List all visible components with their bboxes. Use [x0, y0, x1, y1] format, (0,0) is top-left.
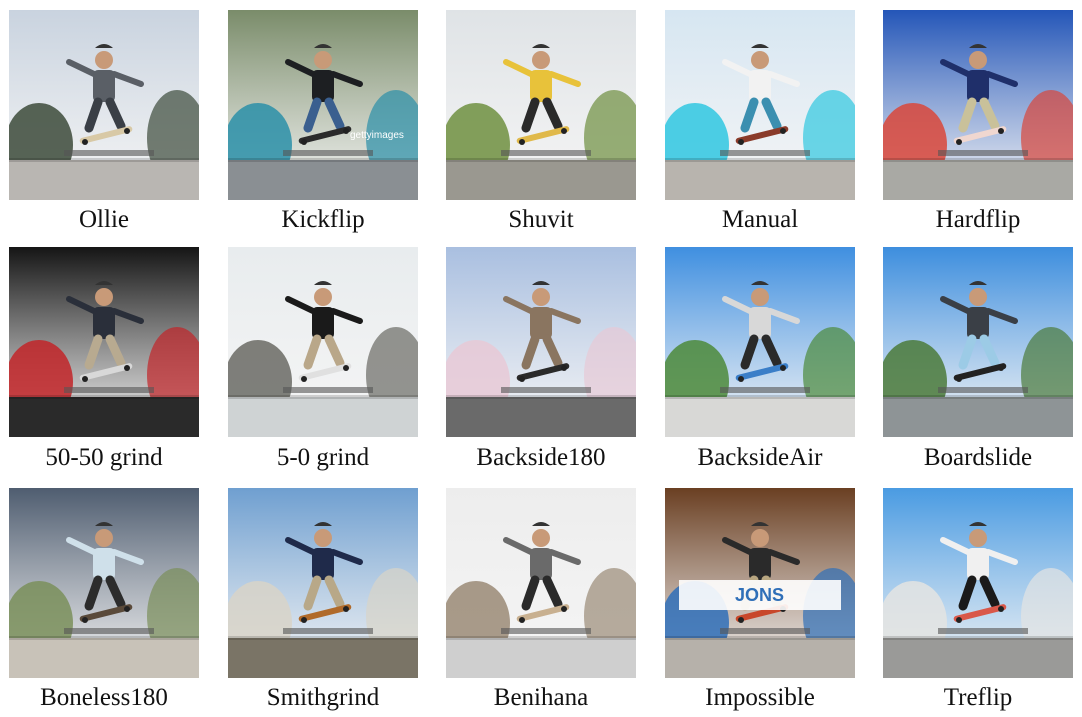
trick-label-backsideair: BacksideAir — [697, 444, 823, 471]
trick-label-impossible: Impossible — [705, 684, 815, 711]
trick-label-backside180: Backside180 — [476, 444, 606, 471]
photo-backsideair — [665, 247, 855, 437]
skater-photo — [883, 10, 1073, 200]
trick-label-5-0-grind: 5-0 grind — [276, 444, 370, 471]
photo-kickflip: gettyimages — [228, 10, 418, 200]
photo-shuvit — [446, 10, 636, 200]
trick-label-smithgrind: Smithgrind — [266, 684, 380, 711]
skater-photo — [228, 247, 418, 437]
photo-manual — [665, 10, 855, 200]
skater-photo — [446, 247, 636, 437]
skater-photo — [883, 247, 1073, 437]
watermark: gettyimages — [350, 130, 404, 141]
trick-label-benihana: Benihana — [493, 684, 589, 711]
trick-label-boneless180: Boneless180 — [40, 684, 168, 711]
trick-label-shuvit: Shuvit — [508, 206, 574, 233]
trick-label-hardflip: Hardflip — [935, 206, 1021, 233]
trick-image-grid: Ollie gettyimages Kickflip Shuvit Manual Hard… — [0, 0, 1082, 717]
photo-50-50-grind — [9, 247, 199, 437]
photo-boardslide — [883, 247, 1073, 437]
trick-label-kickflip: Kickflip — [281, 206, 365, 233]
photo-treflip — [883, 488, 1073, 678]
photo-ollie — [9, 10, 199, 200]
trick-label-manual: Manual — [721, 206, 799, 233]
trick-label-ollie: Ollie — [79, 206, 129, 233]
skater-photo — [9, 247, 199, 437]
trick-label-treflip: Treflip — [943, 684, 1013, 711]
skater-photo: gettyimages — [228, 10, 418, 200]
trick-label-50-50-grind: 50-50 grind — [45, 444, 163, 471]
skater-photo — [446, 488, 636, 678]
skater-photo — [665, 247, 855, 437]
photo-benihana — [446, 488, 636, 678]
photo-boneless180 — [9, 488, 199, 678]
trick-label-boardslide: Boardslide — [923, 444, 1033, 471]
skater-photo — [665, 10, 855, 200]
photo-hardflip — [883, 10, 1073, 200]
skater-photo — [9, 488, 199, 678]
skater-photo — [883, 488, 1073, 678]
skater-photo — [446, 10, 636, 200]
photo-impossible: JONS — [665, 488, 855, 678]
skater-photo — [9, 10, 199, 200]
photo-smithgrind — [228, 488, 418, 678]
skater-photo — [228, 488, 418, 678]
photo-backside180 — [446, 247, 636, 437]
photo-5-0-grind — [228, 247, 418, 437]
skater-photo: JONS — [665, 488, 855, 678]
banner-sign: JONS — [735, 585, 784, 605]
